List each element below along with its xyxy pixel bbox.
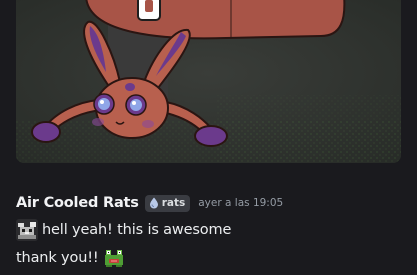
- image-attachment[interactable]: [16, 0, 401, 163]
- timestamp: ayer a las 19:05: [198, 197, 284, 209]
- creature-illustration: [16, 0, 401, 163]
- message-line: thank you!!: [16, 246, 411, 270]
- message-text: thank you!!: [16, 250, 99, 266]
- server-tag-label: rats: [161, 197, 186, 209]
- custom-emoji-rat-icon[interactable]: [16, 219, 38, 241]
- message-line: hell yeah! this is awesome: [16, 218, 411, 242]
- chat-message: Air Cooled Rats rats ayer a las 19:05 he…: [16, 192, 411, 270]
- message-text: hell yeah! this is awesome: [42, 222, 232, 238]
- chat-area: Air Cooled Rats rats ayer a las 19:05 he…: [0, 0, 417, 275]
- message-header: Air Cooled Rats rats ayer a las 19:05: [16, 192, 411, 214]
- custom-emoji-frog-icon[interactable]: [102, 247, 125, 269]
- water-drop-icon: [149, 197, 159, 209]
- username[interactable]: Air Cooled Rats: [16, 195, 139, 211]
- server-tag[interactable]: rats: [144, 194, 191, 212]
